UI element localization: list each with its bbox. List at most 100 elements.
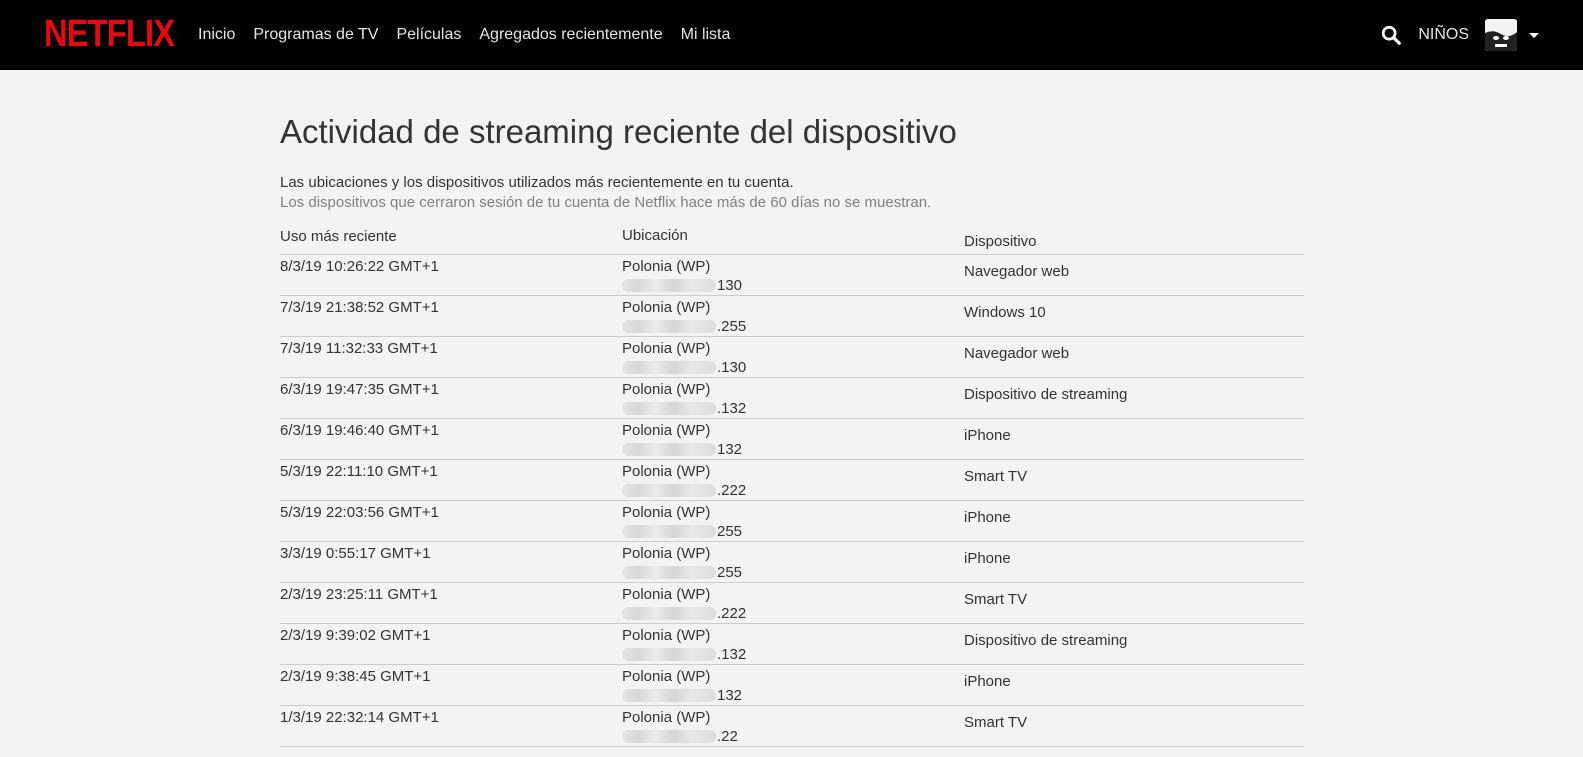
row-ip-suffix: 130: [717, 276, 743, 294]
row-device: iPhone: [964, 550, 1011, 567]
row-location: Polonia (WP): [622, 709, 711, 726]
row-date: 7/3/19 21:38:52 GMT+1: [280, 299, 439, 316]
kids-link[interactable]: NIÑOS: [1418, 26, 1469, 44]
row-ip-suffix: .130: [717, 358, 747, 376]
table-row: 1/3/19 22:32:14 GMT+1 Polonia (WP) .22 Smar…: [280, 706, 1304, 747]
row-ip: .132: [622, 399, 746, 417]
ip-redaction: [622, 688, 716, 702]
row-ip-suffix: .222: [717, 604, 747, 622]
row-location: Polonia (WP): [622, 381, 711, 398]
row-ip-suffix: .132: [717, 645, 747, 663]
row-location: Polonia (WP): [622, 504, 711, 521]
row-device: Smart TV: [964, 591, 1028, 608]
ip-redaction: [622, 278, 716, 292]
nav-link-agregados[interactable]: Agregados recientemente: [479, 26, 662, 44]
row-device: Smart TV: [964, 468, 1028, 485]
table-row: 6/3/19 19:47:35 GMT+1 Polonia (WP) .132 Dis…: [280, 378, 1304, 419]
row-location: Polonia (WP): [622, 422, 711, 439]
table-header: Uso más reciente Ubicación Dispositivo: [280, 224, 1304, 255]
ip-redaction: [622, 729, 716, 743]
table-row: 2/3/19 9:38:45 GMT+1 Polonia (WP) 132 iPhon…: [280, 665, 1304, 706]
nav-link-peliculas[interactable]: Películas: [396, 26, 461, 44]
table-row: 7/3/19 11:32:33 GMT+1 Polonia (WP) .130 Nav…: [280, 337, 1304, 378]
table-row: 3/3/19 0:55:17 GMT+1 Polonia (WP) 255 iPhon…: [280, 542, 1304, 583]
table-row: 5/3/19 22:11:10 GMT+1 Polonia (WP) .222 Sma…: [280, 460, 1304, 501]
row-location: Polonia (WP): [622, 463, 711, 480]
row-date: 3/3/19 0:55:17 GMT+1: [280, 545, 431, 562]
row-ip-suffix: 255: [717, 563, 743, 581]
row-ip: 132: [622, 686, 742, 704]
row-ip-suffix: .222: [717, 481, 747, 499]
main-content: Actividad de streaming reciente del disp…: [280, 112, 1304, 747]
row-location: Polonia (WP): [622, 668, 711, 685]
table-row: 2/3/19 23:25:11 GMT+1 Polonia (WP) .222 Sma…: [280, 583, 1304, 624]
row-date: 2/3/19 23:25:11 GMT+1: [280, 586, 438, 603]
row-device: Dispositivo de streaming: [964, 386, 1128, 403]
row-ip-suffix: .132: [717, 399, 747, 417]
row-ip-suffix: .22: [717, 727, 738, 745]
header-device: Dispositivo: [964, 233, 1037, 250]
row-location: Polonia (WP): [622, 627, 711, 644]
nav-link-mi-lista[interactable]: Mi lista: [681, 26, 731, 44]
row-location: Polonia (WP): [622, 299, 711, 316]
row-ip: 132: [622, 440, 742, 458]
row-ip-suffix: .255: [717, 317, 747, 335]
row-date: 2/3/19 9:38:45 GMT+1: [280, 668, 431, 685]
row-device: Navegador web: [964, 263, 1070, 280]
nav-link-programas-tv[interactable]: Programas de TV: [253, 26, 378, 44]
row-date: 7/3/19 11:32:33 GMT+1: [280, 340, 438, 357]
row-device: Dispositivo de streaming: [964, 632, 1128, 649]
row-date: 2/3/19 9:39:02 GMT+1: [280, 627, 431, 644]
table-row: 7/3/19 21:38:52 GMT+1 Polonia (WP) .255 Win…: [280, 296, 1304, 337]
ip-redaction: [622, 401, 716, 415]
table-row: 8/3/19 10:26:22 GMT+1 Polonia (WP) 130 Nave…: [280, 255, 1304, 296]
table-row: 5/3/19 22:03:56 GMT+1 Polonia (WP) 255 iPho…: [280, 501, 1304, 542]
activity-table: Uso más reciente Ubicación Dispositivo 8…: [280, 224, 1304, 747]
row-location: Polonia (WP): [622, 340, 711, 357]
row-device: iPhone: [964, 673, 1011, 690]
top-navbar: NETFLIX Inicio Programas de TV Películas…: [0, 0, 1583, 70]
ip-redaction: [622, 319, 716, 333]
row-ip-suffix: 132: [717, 440, 743, 458]
page-description: Las ubicaciones y los dispositivos utili…: [280, 174, 794, 191]
page-title: Actividad de streaming reciente del disp…: [280, 113, 957, 150]
header-location: Ubicación: [622, 227, 688, 244]
ip-redaction: [622, 565, 716, 579]
row-date: 1/3/19 22:32:14 GMT+1: [280, 709, 439, 726]
row-ip: .130: [622, 358, 746, 376]
row-ip: .222: [622, 604, 746, 622]
avatar[interactable]: [1485, 19, 1517, 51]
row-ip-suffix: 255: [717, 522, 743, 540]
row-device: Navegador web: [964, 345, 1070, 362]
ip-redaction: [622, 647, 716, 661]
row-device: Smart TV: [964, 714, 1028, 731]
row-ip: 255: [622, 563, 742, 581]
main-nav: Inicio Programas de TV Películas Agregad…: [198, 0, 748, 70]
caret-down-icon[interactable]: [1529, 32, 1539, 38]
page-note: Los dispositivos que cerraron sesión de …: [280, 194, 932, 211]
ip-redaction: [622, 606, 716, 620]
row-ip: .255: [622, 317, 746, 335]
row-location: Polonia (WP): [622, 586, 711, 603]
row-ip: 130: [622, 276, 742, 294]
row-location: Polonia (WP): [622, 545, 711, 562]
netflix-logo[interactable]: NETFLIX: [44, 14, 175, 54]
nav-link-inicio[interactable]: Inicio: [198, 26, 235, 44]
ip-redaction: [622, 442, 716, 456]
search-icon[interactable]: [1380, 24, 1402, 46]
row-ip: .132: [622, 645, 746, 663]
row-device: iPhone: [964, 509, 1011, 526]
row-date: 6/3/19 19:47:35 GMT+1: [280, 381, 439, 398]
table-row: 6/3/19 19:46:40 GMT+1 Polonia (WP) 132 iPho…: [280, 419, 1304, 460]
row-device: iPhone: [964, 427, 1011, 444]
table-body: 8/3/19 10:26:22 GMT+1 Polonia (WP) 130 Nave…: [280, 255, 1304, 747]
row-ip: .222: [622, 481, 746, 499]
row-device: Windows 10: [964, 304, 1046, 321]
table-row: 2/3/19 9:39:02 GMT+1 Polonia (WP) .132 Disp…: [280, 624, 1304, 665]
ip-redaction: [622, 483, 716, 497]
row-ip-suffix: 132: [717, 686, 743, 704]
row-ip: .22: [622, 727, 738, 745]
nav-right: NIÑOS: [1380, 0, 1539, 70]
row-location: Polonia (WP): [622, 258, 711, 275]
row-date: 8/3/19 10:26:22 GMT+1: [280, 258, 439, 275]
